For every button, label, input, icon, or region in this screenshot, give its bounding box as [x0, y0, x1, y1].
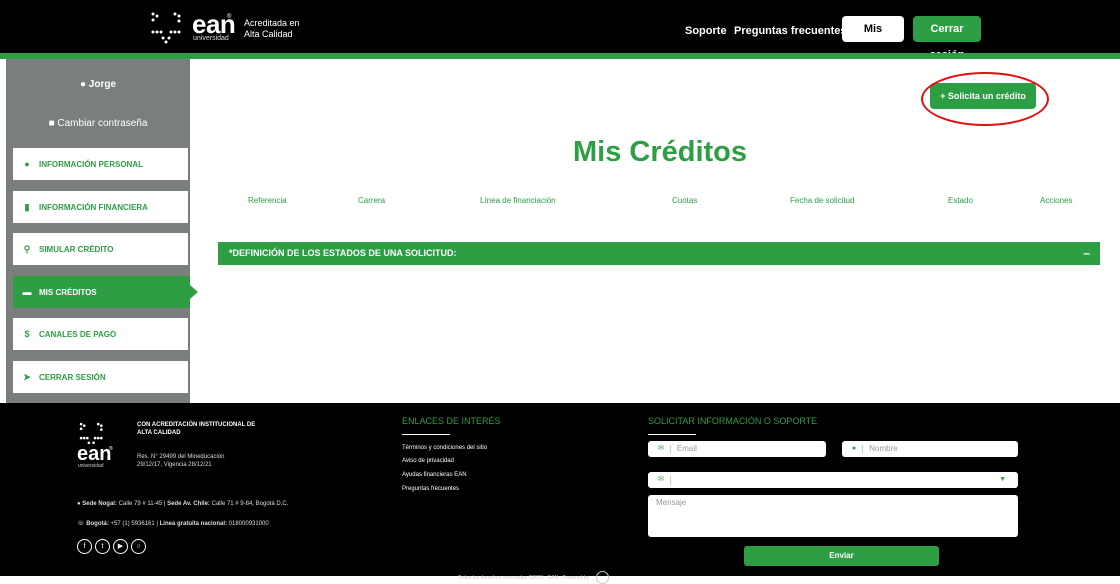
- footer-link-faq[interactable]: Preguntas frecuentes: [402, 486, 459, 492]
- nav-faq-link[interactable]: Preguntas frecuentes: [734, 25, 846, 37]
- page-title: Mis Créditos: [572, 136, 748, 168]
- sidebar-item-payment-channels[interactable]: $ CANALES DE PAGO: [13, 318, 188, 350]
- logo-subtitle: universidad: [193, 35, 229, 42]
- change-password-link[interactable]: ■ Cambiar contraseña: [6, 118, 190, 129]
- nav-soporte-link[interactable]: Soporte: [685, 25, 727, 37]
- column-header-request-date: Fecha de solicitud: [790, 196, 855, 205]
- dollar-icon: $: [24, 329, 30, 339]
- column-header-actions: Acciones: [1040, 196, 1073, 205]
- mail-icon: ✉: [658, 445, 664, 452]
- chevron-down-icon[interactable]: ▼: [999, 472, 1006, 488]
- send-button[interactable]: Enviar: [744, 546, 939, 566]
- powered-by-logo-icon: [596, 571, 610, 584]
- facebook-icon[interactable]: f: [77, 539, 92, 554]
- sidebar-item-simulate-credit[interactable]: ⚲ SIMULAR CRÉDITO: [13, 233, 188, 265]
- footer-logo-registered: ®: [109, 446, 113, 452]
- field-separator: [669, 444, 671, 454]
- logo-registered: ®: [227, 14, 232, 20]
- footer-link-terms[interactable]: Términos y condiciones del sitio: [402, 445, 487, 451]
- mail-icon: ✉: [658, 476, 664, 483]
- sidebar-item-financial-info[interactable]: ▮ INFORMACIÓN FINANCIERA: [13, 191, 188, 223]
- footer-links-title: ENLACES DE INTERÉS: [402, 416, 501, 426]
- footer-support-divider: [648, 434, 696, 435]
- sidebar-item-my-credits[interactable]: ▬ MIS CRÉDITOS: [13, 276, 198, 308]
- location-icon: ●: [77, 501, 81, 507]
- copyright-text: Todos los derechos reservados ©2021 - EA…: [458, 571, 610, 584]
- sidebar-item-personal-info[interactable]: ● INFORMACIÓN PERSONAL: [13, 148, 188, 180]
- name-field[interactable]: ● Nombre: [842, 441, 1018, 457]
- sidebar-item-logout[interactable]: ➤ CERRAR SESIÓN: [13, 361, 188, 393]
- highlight-circle: [921, 72, 1049, 126]
- footer-link-financial-aid[interactable]: Ayudas financieras EAN: [402, 472, 467, 478]
- footer-resolution: Res. N° 29499 del Mineducación 29/12/17,…: [137, 454, 225, 468]
- footer-accreditation: CON ACREDITACIÓN INSTITUCIONAL DE ALTA C…: [137, 422, 256, 436]
- field-separator: [862, 444, 864, 454]
- sidebar: ● Jorge ■ Cambiar contraseña ● INFORMACI…: [6, 59, 198, 403]
- footer-support-title: SOLICITAR INFORMACIÓN O SOPORTE: [648, 416, 818, 426]
- message-field[interactable]: Mensaje: [648, 495, 1018, 537]
- column-header-financing-line: Línea de financiación: [480, 196, 556, 205]
- user-icon: ●: [24, 159, 30, 169]
- column-header-installments: Cuotas: [672, 196, 698, 205]
- footer-logo-subtitle: universidad: [78, 463, 104, 469]
- email-field[interactable]: ✉ Email: [648, 441, 826, 457]
- status-definitions-bar[interactable]: *DEFINICIÓN DE LOS ESTADOS DE UNA SOLICI…: [218, 242, 1100, 265]
- footer-phone: ☏ Bogotá: +57 (1) 5936161 | Línea gratui…: [77, 521, 269, 527]
- lock-icon: ■: [48, 118, 55, 129]
- nav-mis-creditos-button[interactable]: Mis créditos: [842, 16, 904, 61]
- social-links: f t ▶ ○: [77, 539, 146, 554]
- collapse-icon[interactable]: –: [1083, 242, 1090, 265]
- accreditation-text: Acreditada en Alta Calidad: [244, 18, 300, 39]
- document-icon: ▮: [24, 201, 30, 212]
- twitter-icon[interactable]: t: [95, 539, 110, 554]
- youtube-icon[interactable]: ▶: [113, 539, 128, 554]
- footer-link-privacy[interactable]: Aviso de privacidad: [402, 458, 454, 464]
- user-name: ● Jorge: [79, 79, 117, 90]
- top-header: ean ® universidad Acreditada en Alta Cal…: [0, 0, 1120, 61]
- field-separator: [669, 475, 671, 485]
- request-type-select[interactable]: ✉ ▼: [648, 472, 1018, 488]
- column-header-career: Carrera: [358, 196, 386, 205]
- column-header-status: Estado: [948, 196, 973, 205]
- column-header-reference: Referencia: [248, 196, 287, 205]
- footer: ean ® universidad CON ACREDITACIÓN INSTI…: [0, 403, 1120, 584]
- phone-icon: ☏: [77, 521, 85, 527]
- logo-mark-icon: [151, 12, 181, 44]
- footer-links-divider: [402, 434, 450, 435]
- footer-address: ● Sede Nogal: Calle 79 # 11-45 | Sede Av…: [77, 501, 289, 507]
- card-icon: ▬: [22, 287, 32, 297]
- logout-button[interactable]: Cerrar sesión: [913, 16, 981, 61]
- user-icon: ●: [852, 445, 857, 452]
- search-icon: ⚲: [23, 243, 31, 254]
- user-icon: ●: [79, 79, 87, 90]
- logout-icon: ➤: [23, 371, 31, 382]
- instagram-icon[interactable]: ○: [131, 539, 146, 554]
